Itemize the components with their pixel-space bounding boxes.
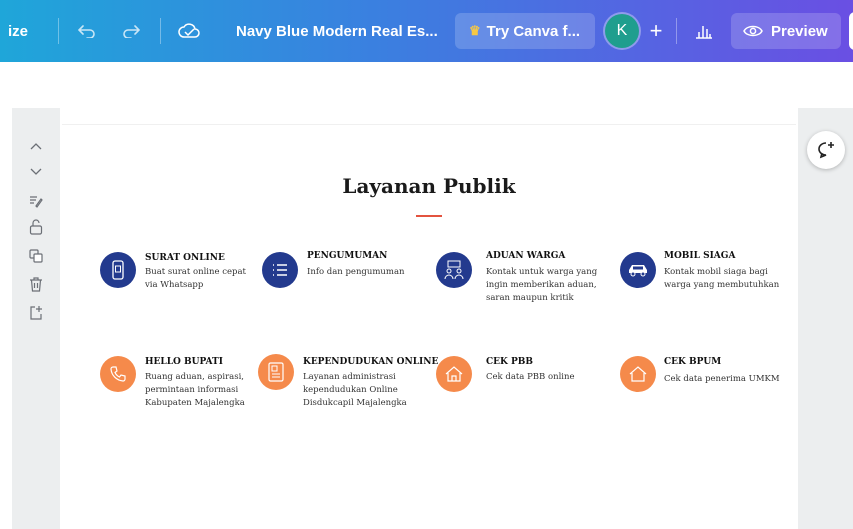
title-underline <box>416 215 442 217</box>
service-description[interactable]: Kontak untuk warga yang ingin memberikan… <box>486 266 611 305</box>
service-title[interactable]: ADUAN WARGA <box>486 251 565 261</box>
add-comment-button[interactable] <box>807 131 845 169</box>
undo-icon[interactable] <box>76 0 98 62</box>
comment-add-icon <box>818 142 834 159</box>
service-title[interactable]: CEK PBB <box>486 357 533 367</box>
resize-menu-label[interactable]: ize <box>8 0 28 62</box>
service-title[interactable]: HELLO BUPATI <box>145 357 223 367</box>
car-icon[interactable] <box>620 252 656 288</box>
house-icon[interactable] <box>620 356 656 392</box>
add-page-icon[interactable] <box>26 302 46 322</box>
redo-icon[interactable] <box>120 0 142 62</box>
service-description[interactable]: Ruang aduan, aspirasi, permintaan inform… <box>145 371 260 410</box>
divider <box>676 18 677 44</box>
avatar[interactable]: K <box>605 14 639 48</box>
avatar-initial: K <box>616 22 628 39</box>
id-card-icon[interactable] <box>258 354 294 390</box>
people-icon[interactable] <box>436 252 472 288</box>
service-description[interactable]: Layanan administrasi kependudukan Online… <box>303 371 428 410</box>
document-title[interactable]: Navy Blue Modern Real Es... <box>236 0 438 62</box>
try-canva-label: Try Canva f... <box>486 22 581 40</box>
service-title[interactable]: MOBIL SIAGA <box>664 251 735 261</box>
service-description[interactable]: Cek data PBB online <box>486 371 606 384</box>
lock-icon[interactable] <box>26 217 46 237</box>
move-page-up-icon[interactable] <box>26 136 46 156</box>
preview-label: Preview <box>771 22 828 40</box>
eye-icon <box>743 25 763 37</box>
service-title[interactable]: KEPENDUDUKAN ONLINE <box>303 357 438 367</box>
edit-notes-icon[interactable] <box>26 191 46 211</box>
analytics-icon[interactable] <box>694 0 714 62</box>
phone-icon[interactable] <box>100 356 136 392</box>
house-icon[interactable] <box>436 356 472 392</box>
service-title[interactable]: SURAT ONLINE <box>145 253 225 263</box>
page-title[interactable]: Layanan Publik <box>60 174 798 198</box>
service-description[interactable]: Info dan pengumuman <box>307 266 422 279</box>
service-title[interactable]: CEK BPUM <box>664 357 721 367</box>
list-icon[interactable] <box>262 252 298 288</box>
phone-doc-icon[interactable] <box>100 252 136 288</box>
page-edge <box>62 124 796 125</box>
editor-topbar: ize Navy Blue Modern Real Es... ♛ Try Ca… <box>0 0 853 62</box>
service-description[interactable]: Kontak mobil siaga bagi warga yang membu… <box>664 266 794 292</box>
service-description[interactable]: Cek data penerima UMKM <box>664 373 794 386</box>
crown-icon: ♛ <box>469 23 481 38</box>
delete-page-icon[interactable] <box>26 274 46 294</box>
move-page-down-icon[interactable] <box>26 162 46 182</box>
share-button[interactable] <box>849 12 853 50</box>
divider <box>160 18 161 44</box>
service-title[interactable]: PENGUMUMAN <box>307 251 387 261</box>
add-collaborator-icon[interactable]: + <box>645 0 667 62</box>
duplicate-page-icon[interactable] <box>26 246 46 266</box>
preview-button[interactable]: Preview <box>731 13 841 49</box>
service-description[interactable]: Buat surat online cepat via Whatsapp <box>145 266 260 292</box>
try-canva-pro-button[interactable]: ♛ Try Canva f... <box>455 13 595 49</box>
design-page[interactable] <box>60 108 798 529</box>
cloud-saved-icon[interactable] <box>177 0 201 62</box>
divider <box>58 18 59 44</box>
